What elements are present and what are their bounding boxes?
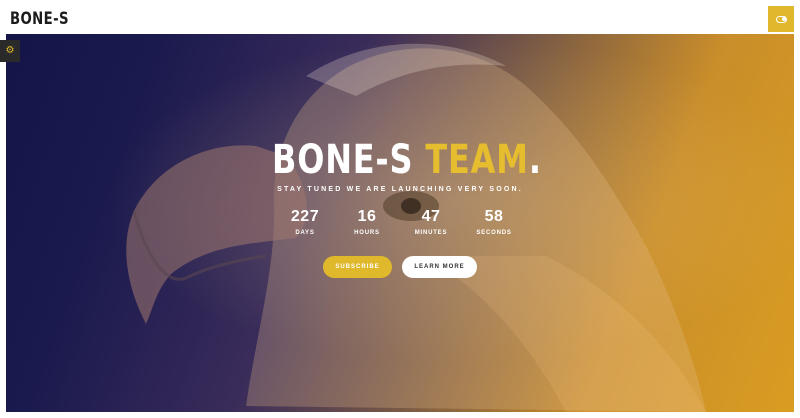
countdown-minutes: 47 MINUTES [403, 208, 459, 236]
page-title: BONE-S TEAM. [272, 137, 541, 183]
countdown-value: 16 [357, 208, 377, 225]
settings-button[interactable]: ⚙ [0, 40, 20, 62]
countdown-seconds: 58 SECONDS [466, 208, 522, 236]
countdown-hours: 16 HOURS [339, 208, 395, 236]
title-accent: TEAM [425, 137, 529, 183]
countdown-days: 227 DAYS [277, 208, 333, 236]
countdown-value: 227 [290, 208, 320, 225]
title-dot: . [528, 137, 542, 183]
toggle-button[interactable] [768, 6, 794, 32]
gear-icon: ⚙ [5, 45, 15, 56]
learn-more-button[interactable]: LEARN MORE [402, 256, 477, 278]
subscribe-button[interactable]: SUBSCRIBE [323, 256, 392, 278]
countdown-value: 47 [421, 208, 441, 225]
top-bar: BONE-S [0, 0, 800, 34]
hero-heading: BONE-S TEAM. STAY TUNED WE ARE LAUNCHING… [240, 138, 560, 193]
countdown-label: DAYS [295, 230, 315, 236]
countdown-label: SECONDS [476, 230, 512, 236]
countdown-timer: 227 DAYS 16 HOURS 47 MINUTES 58 SECONDS [274, 208, 534, 242]
countdown-label: MINUTES [414, 230, 448, 236]
subtitle: STAY TUNED WE ARE LAUNCHING VERY SOON. [277, 186, 523, 193]
title-main: BONE-S [272, 137, 426, 183]
site-logo[interactable]: BONE-S [10, 9, 69, 29]
countdown-value: 58 [484, 208, 504, 225]
countdown-label: HOURS [354, 230, 380, 236]
toggle-icon [775, 15, 787, 23]
